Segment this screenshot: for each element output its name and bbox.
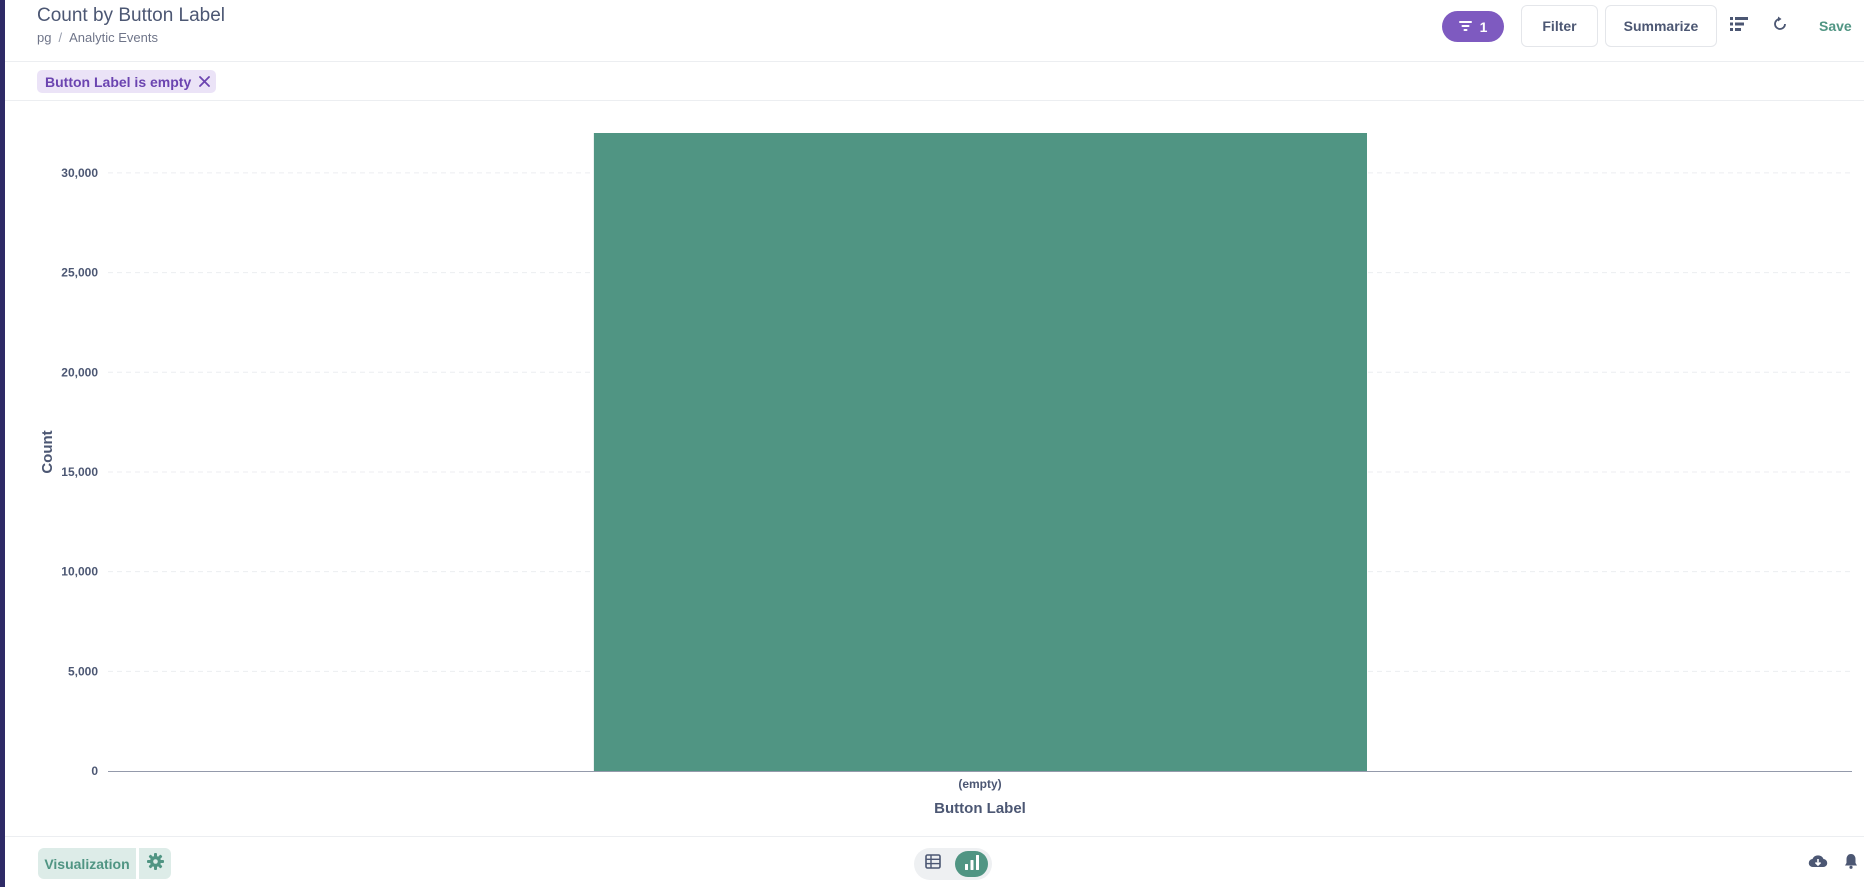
summarize-button[interactable]: Summarize: [1605, 5, 1717, 47]
breadcrumb-separator: /: [58, 30, 63, 45]
filter-count: 1: [1479, 18, 1488, 35]
notebook-button[interactable]: [1726, 13, 1752, 39]
y-tick-label: 5,000: [68, 664, 98, 678]
breadcrumb-table[interactable]: Analytic Events: [69, 30, 158, 45]
query-header: Count by Button Label pg / Analytic Events…: [5, 0, 1864, 62]
view-toggle: [914, 848, 992, 880]
alert-button[interactable]: [1839, 850, 1863, 876]
bar-chart: 0 5,000 10,000 15,000 20,000 25,000 30,000 (emp…: [39, 133, 1852, 817]
filter-button[interactable]: Filter: [1521, 5, 1598, 47]
close-icon[interactable]: [199, 76, 211, 87]
notebook-icon: [1730, 16, 1748, 37]
filter-pill[interactable]: Button Label is empty: [37, 70, 217, 93]
gear-icon: [146, 852, 164, 875]
x-tick-label: (empty): [958, 777, 1001, 791]
table-view-toggle[interactable]: [920, 851, 946, 877]
visualization-button[interactable]: Visualization: [38, 848, 136, 879]
y-tick-label: 30,000: [61, 166, 98, 180]
filter-pills-row: Button Label is empty: [5, 62, 1864, 101]
filter-count-button[interactable]: 1: [1442, 11, 1504, 42]
x-axis-title: Button Label: [934, 800, 1026, 817]
bar: [593, 133, 1367, 771]
filter-icon: [1458, 19, 1472, 35]
bar-chart-icon: [964, 854, 980, 875]
y-axis-title: Count: [39, 430, 56, 473]
y-tick-label: 10,000: [61, 565, 98, 579]
refresh-icon: [1772, 16, 1788, 37]
download-icon: [1808, 853, 1828, 874]
y-tick-label: 25,000: [61, 266, 98, 280]
save-button[interactable]: Save: [1819, 18, 1852, 34]
visualization-settings-button[interactable]: [139, 848, 171, 879]
filter-pill-label: Button Label is empty: [45, 73, 192, 90]
refresh-button[interactable]: [1767, 13, 1793, 39]
y-tick-label: 20,000: [61, 365, 98, 379]
download-button[interactable]: [1805, 850, 1831, 876]
breadcrumb-database[interactable]: pg: [37, 30, 51, 45]
breadcrumb: pg / Analytic Events: [37, 30, 158, 45]
chart-view-toggle[interactable]: [955, 851, 988, 877]
bell-icon: [1844, 853, 1858, 874]
y-tick-label: 15,000: [61, 465, 98, 479]
query-footer: Visualization: [5, 836, 1864, 888]
table-icon: [925, 854, 941, 874]
page-title: Count by Button Label: [37, 5, 226, 26]
y-tick-label: 0: [91, 764, 98, 778]
